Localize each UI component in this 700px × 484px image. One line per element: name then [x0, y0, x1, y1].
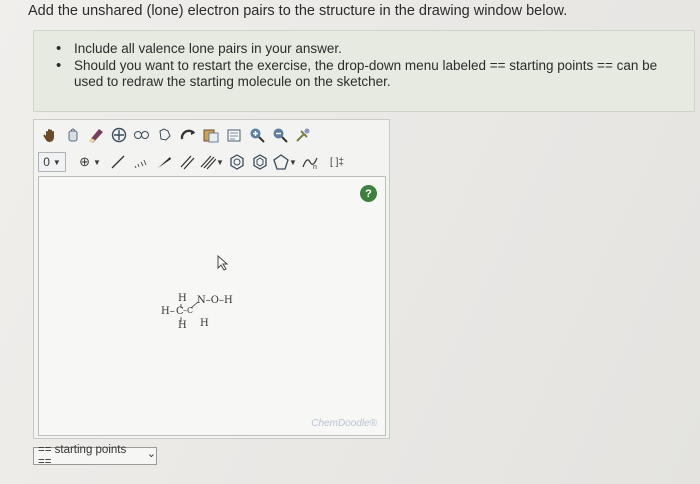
center-icon[interactable]: [109, 125, 129, 145]
clear-icon[interactable]: [224, 125, 244, 145]
paste-icon[interactable]: [201, 125, 221, 145]
zoom-in-icon[interactable]: [247, 125, 267, 145]
eraser-icon[interactable]: [86, 125, 106, 145]
page-heading: Add the unshared (lone) electron pairs t…: [28, 3, 568, 19]
wedge-bond-icon[interactable]: [154, 152, 174, 172]
instruction-item: Should you want to restart the exercise,…: [56, 58, 674, 90]
chevron-down-icon: ▼: [216, 157, 224, 167]
instruction-item: Include all valence lone pairs in your a…: [56, 41, 674, 57]
rotate-icon[interactable]: [178, 125, 198, 145]
starting-points-label: == starting points ==: [38, 444, 127, 468]
molecule-bonds: [180, 301, 199, 322]
charge-tool[interactable]: 0 ▼: [38, 152, 66, 172]
radical-label: ⊕: [79, 154, 90, 169]
help-button[interactable]: ?: [360, 185, 377, 202]
chain-icon[interactable]: n: [300, 152, 322, 172]
cyclohexane-icon[interactable]: [250, 152, 270, 172]
starting-points-select[interactable]: == starting points == ⌄: [33, 444, 157, 468]
single-bond-icon[interactable]: [108, 152, 128, 172]
benzene-ring-icon[interactable]: [227, 152, 247, 172]
lasso-icon[interactable]: [63, 125, 83, 145]
template-icon[interactable]: [155, 125, 175, 145]
hand-icon[interactable]: [40, 125, 60, 145]
molecule-structure[interactable]: H H– C –C N–O–H H H: [157, 293, 277, 363]
cyclopentane-icon[interactable]: ▼: [273, 152, 297, 172]
cursor-icon: [217, 255, 229, 271]
charge-label: 0: [43, 155, 50, 169]
double-bond-icon[interactable]: [177, 152, 197, 172]
chevron-down-icon: ▼: [289, 157, 297, 167]
chevron-down-icon: ▼: [92, 157, 101, 167]
toolbar-secondary: 0 ▼ ⊕ ▼ ▼ ▼ n []‡: [34, 149, 393, 175]
chevron-down-icon: ⌄: [146, 448, 156, 460]
radical-tool[interactable]: ⊕ ▼: [75, 152, 105, 172]
toolbar-primary: [34, 122, 395, 148]
zoom-out-icon[interactable]: [270, 125, 290, 145]
hash-bond-icon[interactable]: [131, 152, 151, 172]
svg-text:n: n: [313, 164, 317, 170]
drawing-canvas[interactable]: ? H H– C –C N–O–H H H ChemDoodle®: [38, 176, 386, 436]
instructions-box: Include all valence lone pairs in your a…: [33, 30, 695, 112]
bracket-label: [ ]‡: [330, 156, 344, 168]
chemdoodle-watermark: ChemDoodle®: [311, 418, 377, 429]
triple-bond-icon[interactable]: ▼: [200, 152, 224, 172]
chevron-down-icon: ▼: [52, 157, 61, 167]
ring-group-icon[interactable]: [132, 125, 152, 145]
settings-icon[interactable]: [293, 125, 313, 145]
sketcher: 0 ▼ ⊕ ▼ ▼ ▼ n []‡ ? H H– C –C N–O–H H H…: [33, 119, 390, 439]
bracket-tool[interactable]: [ ]‡: [325, 152, 349, 172]
